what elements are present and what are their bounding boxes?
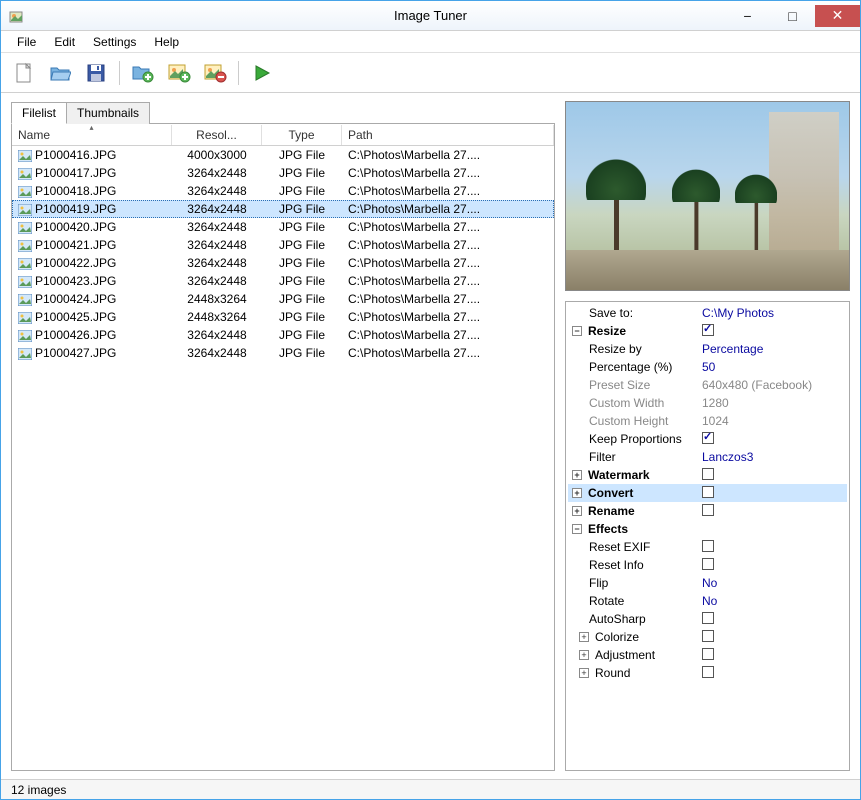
prop-autosharp[interactable]: AutoSharp <box>568 610 847 628</box>
image-file-icon <box>18 276 32 288</box>
table-row[interactable]: P1000422.JPG3264x2448JPG FileC:\Photos\M… <box>12 254 554 272</box>
round-checkbox[interactable] <box>702 666 714 678</box>
group-convert[interactable]: +Convert <box>568 484 847 502</box>
expand-icon[interactable]: + <box>579 668 589 678</box>
prop-custom-width: Custom Width1280 <box>568 394 847 412</box>
expand-icon[interactable]: + <box>579 632 589 642</box>
group-effects[interactable]: −Effects <box>568 520 847 538</box>
prop-reset-exif[interactable]: Reset EXIF <box>568 538 847 556</box>
menu-edit[interactable]: Edit <box>46 33 83 51</box>
toolbar <box>1 53 860 93</box>
group-resize[interactable]: −Resize <box>568 322 847 340</box>
table-row[interactable]: P1000420.JPG3264x2448JPG FileC:\Photos\M… <box>12 218 554 236</box>
expand-icon[interactable]: + <box>572 506 582 516</box>
image-file-icon <box>18 240 32 252</box>
file-list: ▴Name Resol... Type Path P1000416.JPG400… <box>11 123 555 771</box>
window-title: Image Tuner <box>394 8 467 23</box>
prop-save-to[interactable]: Save to: C:\My Photos <box>568 304 847 322</box>
open-button[interactable] <box>45 58 75 88</box>
column-path[interactable]: Path <box>342 125 554 145</box>
add-image-button[interactable] <box>164 58 194 88</box>
image-file-icon <box>18 204 32 216</box>
save-button[interactable] <box>81 58 111 88</box>
table-row[interactable]: P1000421.JPG3264x2448JPG FileC:\Photos\M… <box>12 236 554 254</box>
image-file-icon <box>18 168 32 180</box>
column-type[interactable]: Type <box>262 125 342 145</box>
menubar: File Edit Settings Help <box>1 31 860 53</box>
maximize-button[interactable]: □ <box>770 5 815 27</box>
menu-file[interactable]: File <box>9 33 44 51</box>
prop-flip[interactable]: FlipNo <box>568 574 847 592</box>
image-file-icon <box>18 294 32 306</box>
prop-custom-height: Custom Height1024 <box>568 412 847 430</box>
expand-icon[interactable]: + <box>572 470 582 480</box>
autosharp-checkbox[interactable] <box>702 612 714 624</box>
column-resolution[interactable]: Resol... <box>172 125 262 145</box>
tab-filelist[interactable]: Filelist <box>11 102 67 124</box>
image-file-icon <box>18 312 32 324</box>
tab-thumbnails[interactable]: Thumbnails <box>66 102 150 124</box>
table-row[interactable]: P1000425.JPG2448x3264JPG FileC:\Photos\M… <box>12 308 554 326</box>
image-file-icon <box>18 150 32 162</box>
expand-icon[interactable]: + <box>579 650 589 660</box>
reset-info-checkbox[interactable] <box>702 558 714 570</box>
table-row[interactable]: P1000427.JPG3264x2448JPG FileC:\Photos\M… <box>12 344 554 362</box>
new-button[interactable] <box>9 58 39 88</box>
menu-help[interactable]: Help <box>146 33 187 51</box>
prop-percentage[interactable]: Percentage (%)50 <box>568 358 847 376</box>
collapse-icon[interactable]: − <box>572 326 582 336</box>
convert-checkbox[interactable] <box>702 486 714 498</box>
image-file-icon <box>18 222 32 234</box>
image-file-icon <box>18 186 32 198</box>
image-file-icon <box>18 330 32 342</box>
app-icon <box>9 8 25 24</box>
table-row[interactable]: P1000424.JPG2448x3264JPG FileC:\Photos\M… <box>12 290 554 308</box>
group-watermark[interactable]: +Watermark <box>568 466 847 484</box>
image-file-icon <box>18 258 32 270</box>
remove-image-button[interactable] <box>200 58 230 88</box>
menu-settings[interactable]: Settings <box>85 33 144 51</box>
prop-reset-info[interactable]: Reset Info <box>568 556 847 574</box>
table-row[interactable]: P1000417.JPG3264x2448JPG FileC:\Photos\M… <box>12 164 554 182</box>
table-row[interactable]: P1000423.JPG3264x2448JPG FileC:\Photos\M… <box>12 272 554 290</box>
table-row[interactable]: P1000419.JPG3264x2448JPG FileC:\Photos\M… <box>12 200 554 218</box>
titlebar: Image Tuner − □ ✕ <box>1 1 860 31</box>
colorize-checkbox[interactable] <box>702 630 714 642</box>
collapse-icon[interactable]: − <box>572 524 582 534</box>
minimize-button[interactable]: − <box>725 5 770 27</box>
statusbar: 12 images <box>1 779 860 799</box>
add-folder-button[interactable] <box>128 58 158 88</box>
column-name[interactable]: ▴Name <box>12 125 172 145</box>
image-file-icon <box>18 348 32 360</box>
group-adjustment[interactable]: +Adjustment <box>568 646 847 664</box>
expand-icon[interactable]: + <box>572 488 582 498</box>
prop-keep-proportions[interactable]: Keep Proportions <box>568 430 847 448</box>
group-rename[interactable]: +Rename <box>568 502 847 520</box>
prop-filter[interactable]: FilterLanczos3 <box>568 448 847 466</box>
adjustment-checkbox[interactable] <box>702 648 714 660</box>
watermark-checkbox[interactable] <box>702 468 714 480</box>
reset-exif-checkbox[interactable] <box>702 540 714 552</box>
close-button[interactable]: ✕ <box>815 5 860 27</box>
table-row[interactable]: P1000418.JPG3264x2448JPG FileC:\Photos\M… <box>12 182 554 200</box>
tabs: Filelist Thumbnails <box>11 101 555 123</box>
table-row[interactable]: P1000426.JPG3264x2448JPG FileC:\Photos\M… <box>12 326 554 344</box>
status-text: 12 images <box>11 783 66 797</box>
group-colorize[interactable]: +Colorize <box>568 628 847 646</box>
group-round[interactable]: +Round <box>568 664 847 682</box>
table-row[interactable]: P1000416.JPG4000x3000JPG FileC:\Photos\M… <box>12 146 554 164</box>
resize-checkbox[interactable] <box>702 324 714 336</box>
prop-resize-by[interactable]: Resize byPercentage <box>568 340 847 358</box>
run-button[interactable] <box>247 58 277 88</box>
properties-panel: Save to: C:\My Photos −Resize Resize byP… <box>565 301 850 771</box>
keep-proportions-checkbox[interactable] <box>702 432 714 444</box>
rename-checkbox[interactable] <box>702 504 714 516</box>
prop-rotate[interactable]: RotateNo <box>568 592 847 610</box>
prop-preset-size: Preset Size640x480 (Facebook) <box>568 376 847 394</box>
image-preview <box>565 101 850 291</box>
